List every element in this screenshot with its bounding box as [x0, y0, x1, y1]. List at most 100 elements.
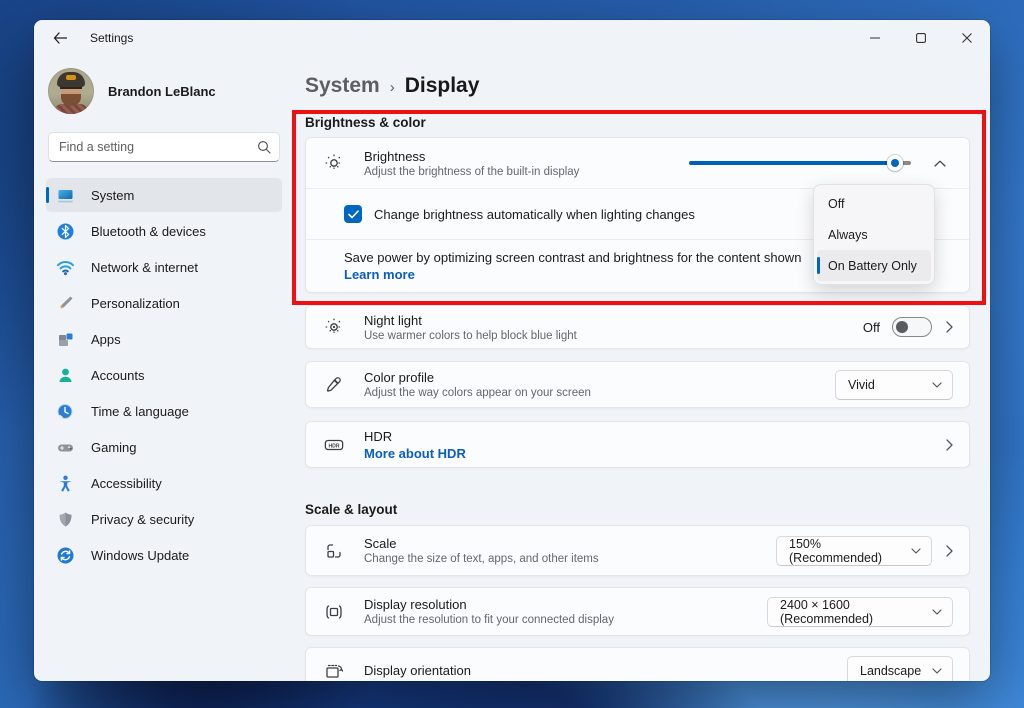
sidebar-item-gaming[interactable]: Gaming [46, 430, 282, 464]
scale-select[interactable]: 150% (Recommended) [776, 536, 932, 566]
sidebar-item-label: Network & internet [91, 260, 198, 275]
sidebar-item-personalization[interactable]: Personalization [46, 286, 282, 320]
scale-title: Scale [364, 536, 599, 551]
save-power-text: Save power by optimizing screen contrast… [344, 250, 801, 265]
color-profile-select[interactable]: Vivid [835, 370, 953, 400]
resolution-card: Display resolution Adjust the resolution… [305, 587, 970, 636]
orientation-select[interactable]: Landscape [847, 656, 953, 682]
user-name: Brandon LeBlanc [108, 84, 216, 99]
auto-brightness-label: Change brightness automatically when lig… [374, 207, 695, 222]
back-button[interactable] [44, 25, 76, 51]
scale-value: 150% (Recommended) [789, 537, 901, 565]
clock-icon [56, 402, 75, 421]
hdr-card[interactable]: HDR HDR More about HDR [305, 421, 970, 468]
sidebar-item-label: Time & language [91, 404, 189, 419]
titlebar: Settings [34, 20, 990, 56]
sidebar-item-label: Windows Update [91, 548, 189, 563]
resolution-select[interactable]: 2400 × 1600 (Recommended) [767, 597, 953, 627]
update-icon [56, 546, 75, 565]
wifi-icon [56, 258, 75, 277]
sidebar-item-label: Privacy & security [91, 512, 194, 527]
flyout-option-on-battery-only[interactable]: On Battery Only [817, 250, 931, 281]
sidebar-item-windows-update[interactable]: Windows Update [46, 538, 282, 572]
hdr-title: HDR [364, 429, 466, 444]
flyout-option-off[interactable]: Off [817, 188, 931, 219]
sidebar-item-privacy[interactable]: Privacy & security [46, 502, 282, 536]
brightness-subtitle: Adjust the brightness of the built-in di… [364, 166, 579, 178]
toggle-knob [896, 321, 908, 333]
flyout-option-label: Off [828, 197, 844, 211]
brightness-row[interactable]: Brightness Adjust the brightness of the … [306, 138, 969, 188]
night-light-chevron[interactable] [946, 321, 953, 333]
scale-chevron[interactable] [946, 545, 953, 557]
breadcrumb-separator-icon: › [390, 77, 395, 96]
chevron-right-icon [946, 439, 953, 451]
desktop-wallpaper: Settings Brandon LeBlanc [0, 0, 1024, 708]
sidebar-nav: System Bluetooth & devices Network & int… [34, 178, 294, 572]
color-profile-dropper-icon [324, 375, 344, 395]
section-header-brightness: Brightness & color [305, 115, 970, 130]
search-box[interactable] [48, 132, 280, 162]
page-title: Display [405, 74, 480, 98]
chevron-down-icon [911, 548, 921, 554]
sidebar-item-label: Bluetooth & devices [91, 224, 206, 239]
brightness-sun-icon [324, 153, 344, 173]
resolution-subtitle: Adjust the resolution to fit your connec… [364, 614, 614, 626]
breadcrumb-parent[interactable]: System [305, 74, 380, 98]
search-input[interactable] [59, 140, 257, 154]
sidebar-item-apps[interactable]: Apps [46, 322, 282, 356]
back-arrow-icon [53, 32, 67, 44]
flyout-option-label: On Battery Only [828, 259, 917, 273]
hdr-chevron[interactable] [946, 439, 953, 451]
maximize-button[interactable] [898, 20, 944, 56]
night-light-state-label: Off [863, 320, 880, 335]
color-profile-value: Vivid [848, 378, 875, 392]
scale-icon [324, 541, 344, 561]
apps-icon [56, 330, 75, 349]
sidebar-item-label: Personalization [91, 296, 180, 311]
brightness-collapse-button[interactable] [927, 150, 953, 176]
chevron-down-icon [932, 609, 942, 615]
search-icon [257, 140, 271, 154]
caption-buttons [852, 20, 990, 56]
maximize-icon [916, 33, 926, 43]
flyout-option-label: Always [828, 228, 868, 242]
sidebar-item-time-language[interactable]: Time & language [46, 394, 282, 428]
bluetooth-icon [56, 222, 75, 241]
close-button[interactable] [944, 20, 990, 56]
brightness-slider[interactable] [689, 155, 911, 171]
minimize-button[interactable] [852, 20, 898, 56]
breadcrumb: System › Display [305, 74, 970, 98]
accessibility-person-icon [56, 474, 75, 493]
color-profile-title: Color profile [364, 370, 591, 385]
learn-more-link[interactable]: Learn more [344, 267, 801, 282]
shield-icon [56, 510, 75, 529]
flyout-option-always[interactable]: Always [817, 219, 931, 250]
sidebar-item-system[interactable]: System [46, 178, 282, 212]
system-icon [56, 186, 75, 205]
sidebar-item-label: Apps [91, 332, 121, 347]
resolution-icon [324, 602, 344, 622]
minimize-icon [870, 33, 880, 43]
night-light-toggle[interactable] [892, 317, 932, 337]
user-profile[interactable]: Brandon LeBlanc [34, 56, 294, 114]
slider-thumb[interactable] [887, 155, 903, 171]
sidebar-item-accessibility[interactable]: Accessibility [46, 466, 282, 500]
auto-brightness-checkbox[interactable] [344, 205, 362, 223]
orientation-card: Display orientation Landscape [305, 647, 970, 681]
color-profile-subtitle: Adjust the way colors appear on your scr… [364, 387, 591, 399]
sidebar: Brandon LeBlanc System Bluetooth [34, 56, 294, 681]
sidebar-item-bluetooth[interactable]: Bluetooth & devices [46, 214, 282, 248]
svg-text:HDR: HDR [328, 443, 339, 449]
scale-subtitle: Change the size of text, apps, and other… [364, 553, 599, 565]
gamepad-icon [56, 438, 75, 457]
slider-track[interactable] [689, 161, 911, 165]
main-content: System › Display Brightness & color Brig… [294, 56, 990, 681]
night-light-card[interactable]: Night light Use warmer colors to help bl… [305, 305, 970, 349]
more-about-hdr-link[interactable]: More about HDR [364, 446, 466, 461]
night-light-icon [324, 317, 344, 337]
scale-card[interactable]: Scale Change the size of text, apps, and… [305, 525, 970, 576]
sidebar-item-accounts[interactable]: Accounts [46, 358, 282, 392]
sidebar-item-network[interactable]: Network & internet [46, 250, 282, 284]
settings-window: Settings Brandon LeBlanc [34, 20, 990, 681]
